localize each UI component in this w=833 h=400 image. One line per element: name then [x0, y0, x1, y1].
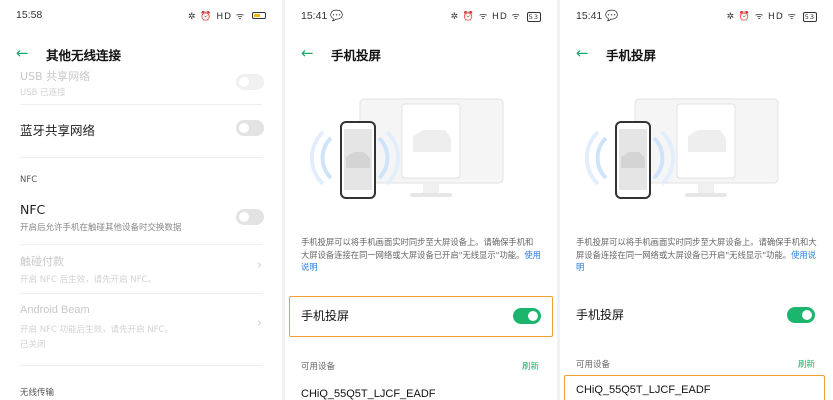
- divider: [20, 365, 262, 366]
- status-time: 15:41 💬: [301, 9, 343, 22]
- usb-tethering-toggle[interactable]: [236, 74, 264, 90]
- divider: [20, 157, 262, 158]
- nfc-row[interactable]: NFC 开启后允许手机在触碰其他设备时交换数据: [0, 200, 282, 240]
- status-time-text: 15:41: [301, 10, 328, 22]
- nfc-sub: 开启后允许手机在触碰其他设备时交换数据: [20, 223, 182, 233]
- status-bar: 15:41 💬 ✲ ⏰ ᯤ HD ᯤ 53: [285, 0, 557, 36]
- status-bar: 15:41 💬 ✲ ⏰ ᯤ HD ᯤ 53: [560, 0, 833, 36]
- cast-toggle-switch[interactable]: [513, 308, 541, 324]
- tap-to-pay-row[interactable]: 触碰付款 开启 NFC 后生效，请先开启 NFC。 ›: [0, 250, 282, 290]
- nfc-label: NFC: [20, 202, 46, 217]
- back-arrow-icon[interactable]: ←: [301, 44, 314, 62]
- device-item[interactable]: CHiQ_55Q5T_LJCF_EADF: [301, 388, 436, 400]
- cast-description-text: 手机投屏可以将手机画面实时同步至大屏设备上。请确保手机和大屏设备连接在同一网络或…: [576, 237, 817, 260]
- status-icons: ✲ ⏰ ᯤ HD ᯤ 53: [451, 9, 541, 22]
- status-icons-text: ✲ ⏰ HD ᯤ: [187, 12, 246, 22]
- android-beam-state: 已关闭: [20, 340, 46, 350]
- screen-cast-screen: 15:41 💬 ✲ ⏰ ᯤ HD ᯤ 53 ← 手机投屏 手机投屏可以将手机画面…: [285, 0, 557, 400]
- page-title: 其他无线连接: [46, 48, 122, 63]
- status-icons-text: ✲ ⏰ ᯤ HD ᯤ: [450, 12, 521, 22]
- device-item[interactable]: CHiQ_55Q5T_LJCF_EADF: [576, 384, 711, 396]
- available-devices-label: 可用设备: [301, 362, 336, 372]
- chat-icon: 💬: [330, 10, 344, 22]
- divider: [20, 244, 262, 245]
- chevron-right-icon: ›: [256, 316, 262, 331]
- android-beam-row[interactable]: Android Beam 开启 NFC 功能后生效，请先开启 NFC。 已关闭 …: [0, 302, 282, 354]
- tap-to-pay-label: 触碰付款: [20, 255, 64, 268]
- cast-illustration: [584, 98, 779, 199]
- battery-icon: [252, 12, 266, 19]
- title-bar: ← 手机投屏: [285, 38, 557, 70]
- refresh-button[interactable]: 刷新: [522, 360, 539, 372]
- status-time: 15:58: [16, 9, 43, 21]
- cast-description-text: 手机投屏可以将手机画面实时同步至大屏设备上。请确保手机和大屏设备连接在同一网络或…: [301, 237, 534, 260]
- page-title: 手机投屏: [331, 48, 382, 63]
- chevron-right-icon: ›: [256, 258, 262, 273]
- cast-toggle-row[interactable]: 手机投屏: [289, 296, 553, 337]
- screen-cast-screen: 15:41 💬 ✲ ⏰ ᯤ HD ᯤ 53 ← 手机投屏 手机投屏可以将手机画面…: [560, 0, 833, 400]
- nfc-section-header: NFC: [20, 175, 38, 185]
- status-bar: 15:58 ✲ ⏰ HD ᯤ: [0, 0, 282, 36]
- available-devices-label: 可用设备: [576, 360, 611, 370]
- bluetooth-tethering-toggle[interactable]: [236, 120, 264, 136]
- cast-toggle-label: 手机投屏: [576, 308, 625, 322]
- battery-icon: 53: [802, 12, 817, 22]
- cast-toggle-switch[interactable]: [787, 307, 815, 323]
- usb-tethering-row[interactable]: USB 共享网络 USB 已连接: [0, 66, 282, 102]
- back-arrow-icon[interactable]: ←: [16, 44, 29, 62]
- bluetooth-tethering-row[interactable]: 蓝牙共享网络: [0, 112, 282, 146]
- status-icons: ✲ ⏰ ᯤ HD ᯤ 53: [727, 9, 817, 22]
- status-icons: ✲ ⏰ HD ᯤ: [188, 9, 266, 22]
- status-time-text: 15:41: [576, 10, 603, 22]
- tap-to-pay-sub: 开启 NFC 后生效，请先开启 NFC。: [20, 275, 156, 285]
- usb-tethering-label: USB 共享网络: [20, 70, 91, 83]
- back-arrow-icon[interactable]: ←: [576, 44, 589, 62]
- chat-icon: 💬: [605, 10, 619, 22]
- cast-description: 手机投屏可以将手机画面实时同步至大屏设备上。请确保手机和大屏设备连接在同一网络或…: [301, 236, 541, 274]
- page-title: 手机投屏: [606, 48, 657, 63]
- battery-icon: 53: [526, 12, 541, 22]
- wireless-transfer-section-header: 无线传输: [20, 388, 55, 398]
- device-item-highlight[interactable]: CHiQ_55Q5T_LJCF_EADF: [564, 375, 825, 400]
- bluetooth-tethering-label: 蓝牙共享网络: [20, 123, 96, 138]
- status-icons-text: ✲ ⏰ ᯤ HD ᯤ: [726, 12, 797, 22]
- refresh-button[interactable]: 刷新: [798, 358, 815, 370]
- usb-tethering-sub: USB 已连接: [20, 88, 66, 98]
- cast-toggle-label: 手机投屏: [301, 309, 350, 323]
- title-bar: ← 手机投屏: [560, 38, 833, 70]
- cast-illustration: [309, 98, 504, 199]
- divider: [20, 293, 262, 294]
- android-beam-label: Android Beam: [20, 304, 90, 316]
- divider: [20, 104, 262, 105]
- nfc-toggle[interactable]: [236, 209, 264, 225]
- cast-toggle-row[interactable]: 手机投屏: [560, 296, 833, 337]
- android-beam-sub: 开启 NFC 功能后生效，请先开启 NFC。: [20, 325, 173, 335]
- cast-description: 手机投屏可以将手机画面实时同步至大屏设备上。请确保手机和大屏设备连接在同一网络或…: [576, 236, 817, 274]
- status-time: 15:41 💬: [576, 9, 618, 22]
- other-wireless-settings-screen: 15:58 ✲ ⏰ HD ᯤ ← 其他无线连接 USB 共享网络 USB 已连接…: [0, 0, 282, 400]
- screenshot-stage: 15:58 ✲ ⏰ HD ᯤ ← 其他无线连接 USB 共享网络 USB 已连接…: [0, 0, 833, 400]
